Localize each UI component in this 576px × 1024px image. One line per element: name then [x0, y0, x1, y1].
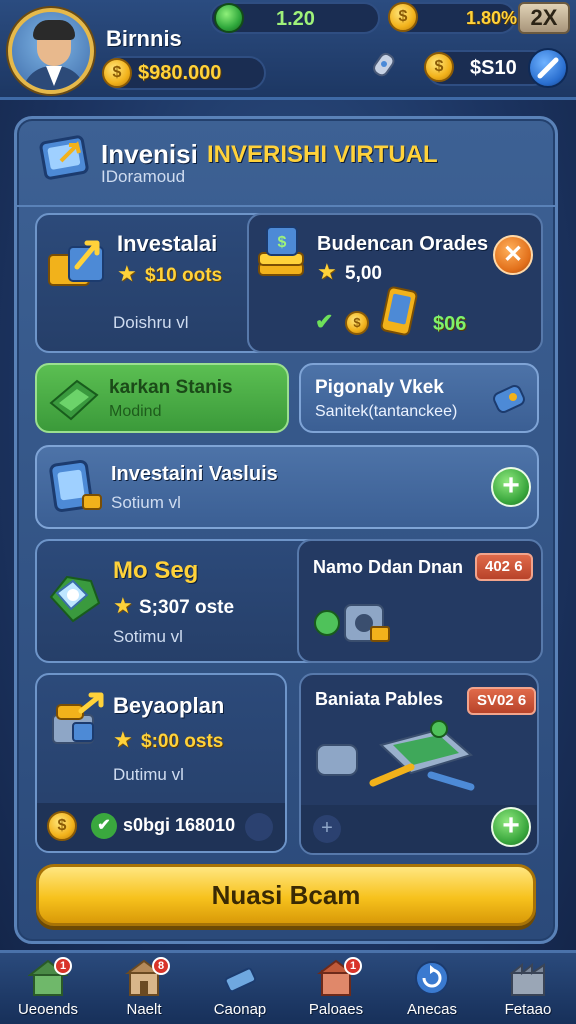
- namo-title: Namo Ddan Dnan: [313, 557, 464, 577]
- wallet-balance: $S10: [470, 57, 517, 79]
- baniata-add-button[interactable]: +: [491, 807, 531, 847]
- phone-icon: [379, 285, 421, 339]
- small-plus-icon[interactable]: +: [313, 815, 341, 843]
- gem-balance: 1.20: [276, 8, 315, 30]
- cash-register-icon: [45, 689, 109, 753]
- nav-label: Naelt: [126, 1001, 162, 1018]
- budencan-close-button[interactable]: ✕: [493, 235, 533, 275]
- gold-percent: 1.80%: [466, 8, 518, 28]
- star-icon: ★: [113, 593, 133, 618]
- cash-bill-icon: [47, 373, 101, 425]
- investalai-sub: Doishru vl: [113, 313, 189, 332]
- svg-text:$: $: [278, 234, 287, 251]
- tablet-shield-icon: [47, 457, 105, 519]
- panel-title-gold: INVERISHI VIRTUAL: [207, 141, 438, 168]
- top-bar: Birnnis $ $980.000 1.20 $ 1.80% 2X $ $S1…: [0, 0, 576, 100]
- pigonaly-title: Pigonaly Vkek: [315, 377, 444, 398]
- main-action-button[interactable]: Nuasi Bcam: [36, 864, 536, 926]
- nav-badge: 1: [344, 957, 362, 975]
- budencan-reward: $06: [433, 313, 467, 335]
- player-avatar[interactable]: [8, 8, 94, 94]
- check-icon: ✔: [91, 813, 117, 839]
- investaini-title: Investaini Vasluis: [111, 463, 278, 485]
- nav-badge: 8: [152, 957, 170, 975]
- beyaoplan-footer: $ ✔ s0bgi 168010: [37, 803, 285, 851]
- karkan-title: karkan Stanis: [109, 377, 233, 398]
- nav-item-ueoends[interactable]: 1 Ueoends: [0, 953, 96, 1024]
- namo-card[interactable]: Namo Ddan Dnan 402 6: [297, 539, 543, 663]
- coin-icon: $: [345, 311, 369, 335]
- panel-divider: [17, 205, 555, 207]
- nav-label: Caonap: [213, 1001, 267, 1018]
- gem-icon: [214, 3, 244, 33]
- nav-item-fetaao[interactable]: Fetaao: [480, 953, 576, 1024]
- pigonaly-card[interactable]: Pigonaly Vkek Sanitek(tantanckee): [299, 363, 539, 433]
- nav-label: Ueoends: [17, 1001, 79, 1018]
- nav-item-paloaes[interactable]: 1 Paloaes: [288, 953, 384, 1024]
- star-icon: ★: [317, 259, 337, 284]
- settings-button[interactable]: [528, 48, 568, 88]
- coin-balance: $980.000: [138, 62, 222, 84]
- gold-stack-icon: $: [255, 223, 309, 285]
- nav-item-naelt[interactable]: 8 Naelt: [96, 953, 192, 1024]
- mo-seg-sub: Sotimu vl: [113, 627, 183, 646]
- panel-subtitle: IDoramoud: [101, 167, 186, 186]
- factory-icon: [508, 959, 548, 997]
- beyaoplan-value: $:00 osts: [141, 731, 224, 752]
- avatar-hair: [33, 20, 75, 40]
- tools-icon: [220, 959, 260, 997]
- wrench-icon: [537, 57, 559, 79]
- investaini-sub: Sotium vl: [111, 493, 181, 512]
- coin-icon: $: [102, 58, 132, 88]
- karkan-sub: Modind: [109, 403, 162, 420]
- blueprint-machine-icon: [311, 715, 501, 795]
- nav-label: Paloaes: [308, 1001, 364, 1018]
- investaini-card[interactable]: Investaini Vasluis Sotium vl +: [35, 445, 539, 529]
- bottom-nav: 1 Ueoends 8 Naelt Caonap 1 Paloaes Aneca…: [0, 950, 576, 1024]
- nav-item-caonap[interactable]: Caonap: [192, 953, 288, 1024]
- nav-badge: 1: [54, 957, 72, 975]
- crystal-icon: [43, 563, 107, 629]
- mo-seg-card[interactable]: Mo Seg ★ S;307 oste Sotimu vl Namo Ddan …: [35, 539, 543, 663]
- investalai-title: Investalai: [117, 231, 218, 256]
- budencan-card[interactable]: $ Budencan Orades ★ 5,00 ✕ ✔ $ $06: [247, 213, 543, 353]
- wallet-coin-icon: $: [424, 52, 454, 82]
- refresh-icon: [412, 959, 452, 997]
- player-name: Birnnis: [106, 26, 182, 51]
- multiplier-button[interactable]: 2X: [518, 2, 570, 34]
- mo-seg-value: S;307 oste: [139, 597, 235, 618]
- nav-item-anecas[interactable]: Anecas: [384, 953, 480, 1024]
- beyaoplan-title: Beyaoplan: [113, 693, 225, 718]
- gold-coin-icon: $: [388, 2, 418, 32]
- investalai-value: $10 oots: [145, 265, 223, 286]
- beyaoplan-footer-value: s0bgi 168010: [123, 815, 236, 835]
- baniata-card[interactable]: Baniata Pables SV02 6 + +: [299, 673, 539, 855]
- karkan-card[interactable]: karkan Stanis Modind: [35, 363, 289, 433]
- rocket-icon[interactable]: [366, 48, 402, 84]
- star-icon: ★: [113, 727, 133, 752]
- investaini-add-button[interactable]: +: [491, 467, 531, 507]
- check-icon: ✔: [315, 309, 334, 334]
- mo-seg-title: Mo Seg: [113, 557, 199, 584]
- cash-box-icon: [43, 229, 113, 291]
- budencan-value: 5,00: [345, 263, 382, 284]
- footer-toggle[interactable]: [245, 813, 273, 841]
- star-icon: ★: [117, 261, 137, 286]
- investalai-card[interactable]: Investalai ★ $10 oots Doishru vl $ Buden…: [35, 213, 543, 353]
- nav-label: Anecas: [406, 1001, 458, 1018]
- nav-label: Fetaao: [504, 1001, 552, 1018]
- baniata-title: Baniata Pables: [315, 689, 444, 709]
- namo-badge: 402 6: [475, 553, 533, 581]
- pigonaly-sub: Sanitek(tantanckee): [315, 403, 458, 420]
- wallet-icon: [491, 381, 527, 417]
- beyaoplan-card[interactable]: Beyaoplan ★ $:00 osts Dutimu vl $ ✔ s0bg…: [35, 673, 287, 853]
- vault-icon: [313, 591, 403, 651]
- beyaoplan-sub: Dutimu vl: [113, 765, 184, 784]
- investment-panel: Invenisi INVERISHI VIRTUAL IDoramoud Inv…: [14, 116, 558, 944]
- baniata-badge: SV02 6: [467, 687, 537, 715]
- tablet-icon: [39, 131, 95, 183]
- panel-title: Invenisi: [101, 139, 198, 169]
- coin-icon: $: [47, 811, 77, 841]
- budencan-title: Budencan Orades: [317, 233, 489, 255]
